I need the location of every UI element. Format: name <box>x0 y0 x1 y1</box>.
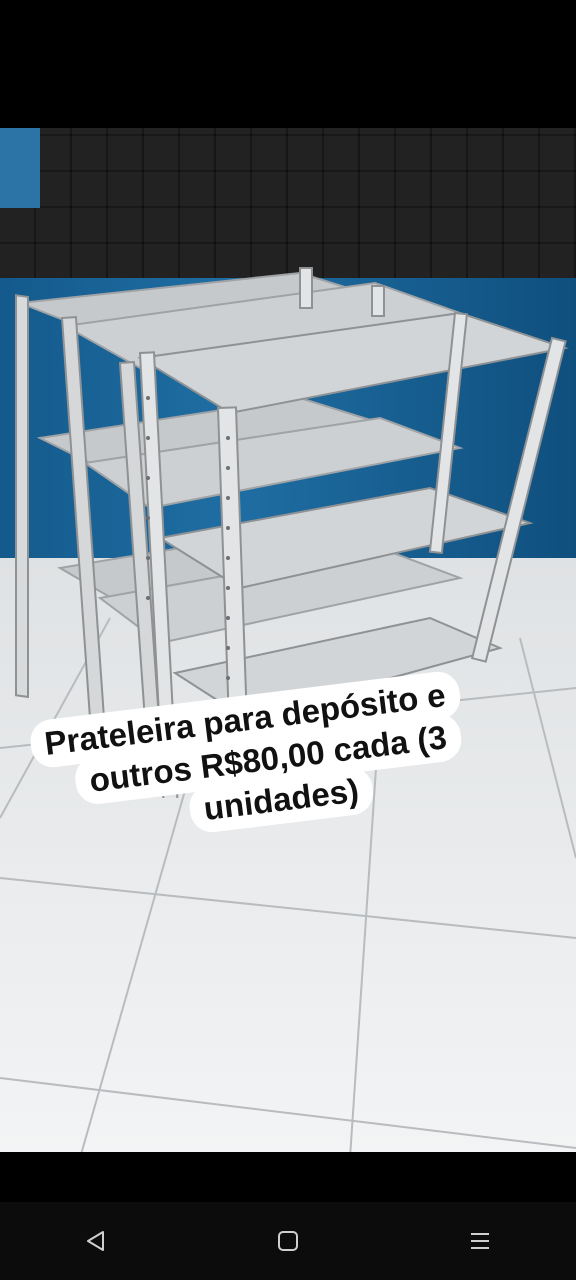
home-button[interactable] <box>258 1211 318 1271</box>
recents-button[interactable] <box>450 1211 510 1271</box>
back-triangle-icon <box>87 1231 104 1251</box>
wall-switch <box>0 128 40 208</box>
story-photo: Prateleira para depósito e outros R$80,0… <box>0 128 576 1152</box>
system-nav-bar <box>0 1202 576 1280</box>
recents-menu-icon <box>471 1233 489 1249</box>
screen: Prateleira para depósito e outros R$80,0… <box>0 0 576 1280</box>
back-button[interactable] <box>66 1211 126 1271</box>
bottom-black-area <box>0 1152 576 1202</box>
top-status-area <box>0 0 576 128</box>
home-square-icon <box>278 1231 298 1251</box>
